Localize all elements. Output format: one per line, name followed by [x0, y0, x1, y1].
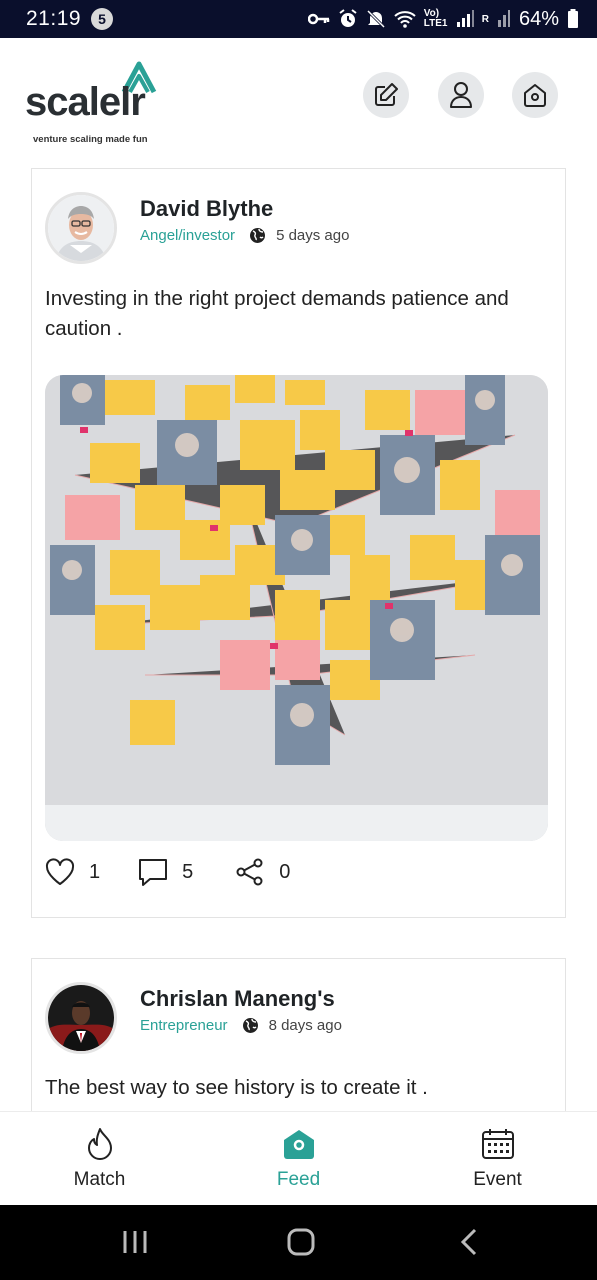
- post-card[interactable]: David Blythe Angel/investor 5 days ago I…: [31, 168, 566, 918]
- share-icon: [236, 858, 263, 886]
- post-time: 8 days ago: [268, 1017, 342, 1034]
- app-logo[interactable]: scalelr venture scaling made fun: [25, 58, 185, 145]
- feed[interactable]: David Blythe Angel/investor 5 days ago I…: [0, 148, 597, 1111]
- profile-button[interactable]: [438, 72, 484, 118]
- nav-feed[interactable]: Feed: [199, 1112, 398, 1206]
- logo-text: scalelr: [25, 80, 146, 124]
- notification-count-badge: 5: [91, 8, 114, 30]
- post-time: 5 days ago: [276, 227, 350, 244]
- back-icon[interactable]: [455, 1227, 485, 1257]
- heart-icon: [45, 858, 75, 885]
- public-globe-icon: [242, 1018, 258, 1033]
- sim2-label: R: [481, 13, 489, 25]
- avatar-photo: [48, 985, 114, 1051]
- home-feed-icon: [283, 1130, 314, 1159]
- public-globe-icon: [250, 228, 266, 243]
- edit-icon: [375, 83, 398, 106]
- create-post-button[interactable]: [363, 72, 409, 118]
- post-text: Investing in the right project demands p…: [45, 287, 509, 340]
- like-count: 1: [89, 860, 101, 883]
- post-image[interactable]: [45, 375, 548, 841]
- author-name[interactable]: David Blythe: [140, 196, 273, 222]
- comment-icon: [139, 859, 168, 886]
- avatar-photo: [48, 195, 114, 261]
- nav-event[interactable]: Event: [398, 1112, 597, 1206]
- wifi-icon: [394, 11, 416, 28]
- share-button[interactable]: 0: [235, 857, 290, 887]
- logo-tagline: venture scaling made fun: [33, 134, 148, 145]
- author-role: Angel/investor: [140, 227, 236, 244]
- nav-match[interactable]: Match: [0, 1112, 199, 1206]
- post-meta: Angel/investor 5 days ago: [140, 227, 349, 244]
- battery-icon: [568, 9, 578, 28]
- post-text: The best way to see history is to create…: [45, 1076, 428, 1099]
- nav-feed-label: Feed: [276, 1169, 321, 1190]
- comment-button[interactable]: 5: [138, 857, 193, 887]
- status-time: 21:19: [26, 7, 82, 30]
- nav-match-label: Match: [73, 1169, 126, 1190]
- status-bar: 21:19 5 Vo) LTE1 R 64%: [0, 0, 597, 38]
- author-avatar[interactable]: [45, 192, 117, 264]
- network-label: Vo) LTE1: [423, 8, 448, 29]
- app-header: scalelr venture scaling made fun: [0, 38, 597, 148]
- home-system-icon[interactable]: [286, 1227, 316, 1257]
- calendar-icon: [481, 1129, 514, 1159]
- home-icon: [524, 84, 546, 107]
- status-icons: Vo) LTE1 R 64%: [307, 7, 579, 31]
- signal-icon: [456, 10, 474, 27]
- author-role: Entrepreneur: [140, 1017, 228, 1034]
- share-count: 0: [279, 860, 291, 883]
- battery-percent: 64%: [518, 7, 559, 30]
- flame-icon: [87, 1128, 112, 1160]
- comment-count: 5: [182, 860, 194, 883]
- key-icon: [307, 13, 329, 25]
- recent-apps-icon[interactable]: [120, 1227, 150, 1257]
- post-meta: Entrepreneur 8 days ago: [140, 1017, 342, 1034]
- alarm-icon: [339, 9, 357, 27]
- post-actions: 1 5 0: [45, 857, 290, 887]
- post-card[interactable]: Chrislan Maneng's Entrepreneur 8 days ag…: [31, 958, 566, 1111]
- author-name[interactable]: Chrislan Maneng's: [140, 986, 335, 1012]
- nav-event-label: Event: [473, 1169, 522, 1190]
- signal-icon-2: [497, 10, 510, 27]
- mute-icon: [366, 9, 385, 29]
- sticky-notes-board-photo: [45, 375, 548, 841]
- bottom-nav: Match Feed Event: [0, 1111, 597, 1205]
- like-button[interactable]: 1: [45, 858, 100, 886]
- author-avatar[interactable]: [45, 982, 117, 1054]
- system-nav-bar: [0, 1205, 597, 1280]
- home-button[interactable]: [512, 72, 558, 118]
- profile-icon: [450, 82, 472, 108]
